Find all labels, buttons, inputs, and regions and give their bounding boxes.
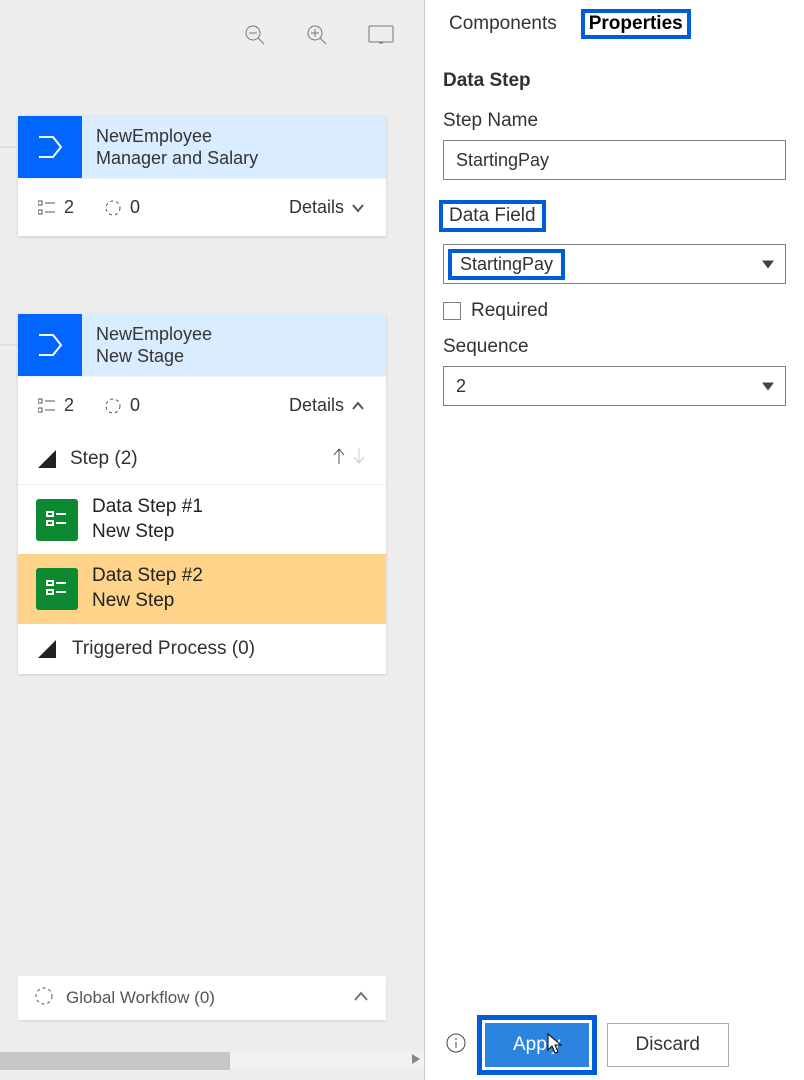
triangle-icon bbox=[36, 638, 58, 660]
form-icon bbox=[36, 499, 78, 541]
data-field-value: StartingPay bbox=[448, 249, 565, 280]
scrollbar-thumb[interactable] bbox=[0, 1052, 230, 1070]
canvas-toolbar bbox=[244, 24, 394, 51]
zoom-in-icon[interactable] bbox=[306, 24, 328, 51]
sequence-value: 2 bbox=[444, 376, 478, 397]
panel-tabs: Components Properties bbox=[425, 0, 804, 48]
chevron-down-icon bbox=[761, 254, 775, 275]
stage-card-manager[interactable]: NewEmployee Manager and Salary 2 0 Detai… bbox=[18, 116, 386, 236]
steps-area: Step (2) Data Step #1 New Step bbox=[18, 434, 386, 674]
stage-chevron-icon bbox=[18, 314, 82, 376]
trigger-count: 0 bbox=[104, 395, 140, 416]
arrow-up-icon[interactable] bbox=[330, 446, 348, 472]
triangle-icon bbox=[36, 448, 58, 470]
zoom-out-icon[interactable] bbox=[244, 24, 266, 51]
step-count-value: 2 bbox=[64, 395, 74, 416]
horizontal-scrollbar[interactable] bbox=[0, 1052, 424, 1070]
steps-header[interactable]: Step (2) bbox=[18, 434, 386, 485]
apply-button[interactable]: Apply bbox=[485, 1023, 589, 1067]
panel-footer: Apply Discard bbox=[425, 1010, 804, 1080]
data-step-1[interactable]: Data Step #1 New Step bbox=[18, 485, 386, 554]
stage-name: Manager and Salary bbox=[96, 147, 258, 170]
tab-properties[interactable]: Properties bbox=[583, 11, 689, 37]
canvas-area: NewEmployee Manager and Salary 2 0 Detai… bbox=[0, 0, 424, 1080]
fit-screen-icon[interactable] bbox=[368, 25, 394, 50]
trigger-count-value: 0 bbox=[130, 395, 140, 416]
stage-meta: 2 0 Details bbox=[18, 376, 386, 434]
required-label: Required bbox=[471, 300, 548, 322]
steps-header-label: Step (2) bbox=[70, 448, 138, 470]
required-checkbox-row[interactable]: Required bbox=[443, 300, 786, 322]
details-label: Details bbox=[289, 197, 344, 218]
step-count-value: 2 bbox=[64, 197, 74, 218]
trigger-count-value: 0 bbox=[130, 197, 140, 218]
panel-body: Data Step Step Name Data Field StartingP… bbox=[425, 48, 804, 1010]
chevron-down-icon bbox=[761, 376, 775, 397]
arrow-down-icon[interactable] bbox=[350, 446, 368, 472]
chevron-up-icon bbox=[350, 398, 366, 414]
reorder-arrows bbox=[330, 446, 368, 472]
step-name-input[interactable] bbox=[443, 140, 786, 180]
global-workflow-label: Global Workflow (0) bbox=[66, 988, 215, 1008]
triggered-label: Triggered Process (0) bbox=[72, 638, 255, 660]
stage-header: NewEmployee New Stage bbox=[18, 314, 386, 376]
stage-titles: NewEmployee Manager and Salary bbox=[82, 116, 272, 178]
chevron-up-icon[interactable] bbox=[352, 989, 370, 1008]
step-subtitle: New Step bbox=[92, 520, 203, 545]
details-label: Details bbox=[289, 395, 344, 416]
step-count: 2 bbox=[38, 395, 74, 416]
scroll-right-icon[interactable] bbox=[410, 1052, 422, 1070]
data-field-label: Data Field bbox=[443, 204, 542, 228]
stage-header: NewEmployee Manager and Salary bbox=[18, 116, 386, 178]
required-checkbox[interactable] bbox=[443, 302, 461, 320]
stage-entity: NewEmployee bbox=[96, 323, 212, 346]
details-toggle[interactable]: Details bbox=[289, 395, 366, 416]
cursor-icon bbox=[547, 1033, 565, 1061]
sequence-label: Sequence bbox=[443, 336, 786, 358]
discard-button[interactable]: Discard bbox=[607, 1023, 729, 1067]
stage-name: New Stage bbox=[96, 345, 212, 368]
workflow-icon bbox=[34, 986, 54, 1011]
stage-entity: NewEmployee bbox=[96, 125, 258, 148]
step-count: 2 bbox=[38, 197, 74, 218]
info-icon[interactable] bbox=[445, 1032, 467, 1059]
connector-line bbox=[0, 344, 20, 346]
form-icon bbox=[36, 568, 78, 610]
properties-panel: Components Properties Data Step Step Nam… bbox=[424, 0, 804, 1080]
triggered-process-row[interactable]: Triggered Process (0) bbox=[18, 624, 386, 674]
global-workflow-bar[interactable]: Global Workflow (0) bbox=[18, 976, 386, 1020]
step-subtitle: New Step bbox=[92, 589, 203, 614]
step-title: Data Step #1 bbox=[92, 495, 203, 520]
details-toggle[interactable]: Details bbox=[289, 197, 366, 218]
data-field-select[interactable]: StartingPay bbox=[443, 244, 786, 284]
data-step-2[interactable]: Data Step #2 New Step bbox=[18, 554, 386, 623]
discard-label: Discard bbox=[636, 1034, 700, 1056]
chevron-down-icon bbox=[350, 200, 366, 216]
trigger-count: 0 bbox=[104, 197, 140, 218]
stage-chevron-icon bbox=[18, 116, 82, 178]
stage-titles: NewEmployee New Stage bbox=[82, 314, 226, 376]
sequence-select[interactable]: 2 bbox=[443, 366, 786, 406]
tab-components[interactable]: Components bbox=[443, 11, 563, 37]
panel-section-title: Data Step bbox=[443, 70, 786, 92]
step-name-label: Step Name bbox=[443, 110, 786, 132]
stage-card-newstage[interactable]: NewEmployee New Stage 2 0 Details bbox=[18, 314, 386, 674]
connector-line bbox=[0, 146, 20, 148]
stage-meta: 2 0 Details bbox=[18, 178, 386, 236]
step-title: Data Step #2 bbox=[92, 564, 203, 589]
